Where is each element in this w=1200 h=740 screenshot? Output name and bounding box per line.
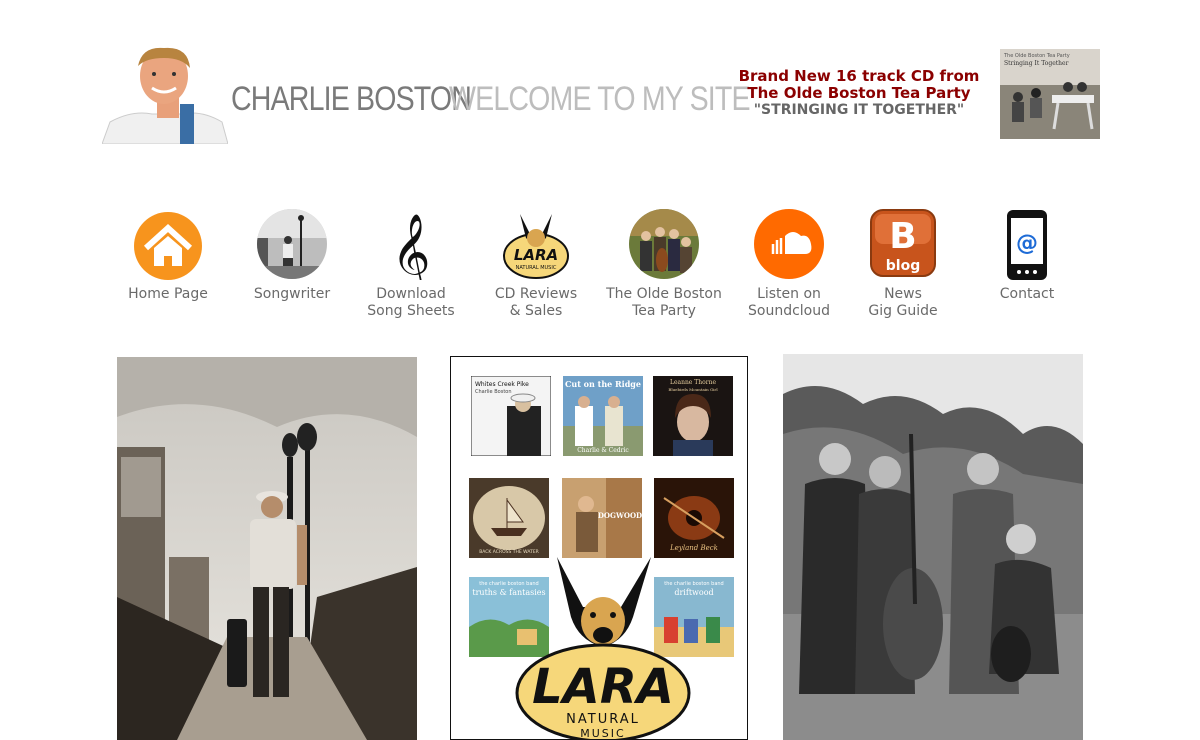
cd3-sub: Bluebirds Mountain Girl xyxy=(668,387,718,392)
cd-leyland-beck[interactable]: Leyland Beck xyxy=(654,478,734,558)
cd5-title: DOGWOOD xyxy=(598,511,642,520)
cd6-title: Leyland Beck xyxy=(669,544,718,552)
cd-collage[interactable]: Whites Creek Pike Charlie Boston Cut on … xyxy=(450,356,748,740)
nav-label-tea-party: The Olde Boston Tea Party xyxy=(606,286,722,319)
band-group-photo[interactable] xyxy=(783,354,1083,740)
nav-olde-boston-tea-party[interactable]: The Olde Boston Tea Party xyxy=(599,208,729,320)
house-icon xyxy=(134,212,202,280)
new-cd-promo[interactable]: Brand New 16 track CD from The Olde Bost… xyxy=(724,68,994,119)
cd-leanne-thorne[interactable]: Leanne Thorne Bluebirds Mountain Girl xyxy=(653,376,733,456)
soundcloud-icon xyxy=(754,209,824,279)
lara-icon-text: LARA xyxy=(514,246,558,264)
cd-whites-creek-pike[interactable]: Whites Creek Pike Charlie Boston xyxy=(471,376,551,456)
svg-text:B: B xyxy=(889,216,916,257)
nav-home-page[interactable]: Home Page xyxy=(103,208,233,303)
cd-cut-on-the-ridge[interactable]: Cut on the Ridge Charlie & Cedric xyxy=(563,376,643,456)
lara-icon-sub: NATURAL MUSIC xyxy=(516,265,557,271)
svg-text:𝄞: 𝄞 xyxy=(391,213,430,280)
lara-logo-icon: LARA NATURAL MUSIC xyxy=(503,214,569,279)
band-photo-icon xyxy=(629,209,699,279)
nav-label-download: Download Song Sheets xyxy=(367,286,455,319)
lara-logo-music: MUSIC xyxy=(580,727,625,740)
phone-at-icon: @ xyxy=(1007,210,1047,280)
songwriter-photo-icon xyxy=(257,209,327,279)
welcome-title: WELCOME TO MY SITE xyxy=(449,80,751,118)
nav-contact[interactable]: @ Contact xyxy=(962,208,1092,303)
site-owner-name: CHARLIE BOSTON xyxy=(231,80,472,118)
cd2-title: Cut on the Ridge xyxy=(565,379,641,389)
blogger-icon: B blog xyxy=(870,209,936,277)
lara-logo-text: LARA xyxy=(532,659,674,715)
cd1-title: Whites Creek Pike xyxy=(475,381,529,388)
nav-label-cd-reviews: CD Reviews & Sales xyxy=(494,286,578,319)
cd1-artist: Charlie Boston xyxy=(475,389,512,395)
cd3-title: Leanne Thorne xyxy=(670,379,717,386)
lara-logo-natural: NATURAL xyxy=(566,712,640,727)
nav-label-songwriter: Songwriter xyxy=(253,286,331,302)
nav-label-soundcloud: Listen on Soundcloud xyxy=(748,286,830,319)
nav-label-news: News Gig Guide xyxy=(868,286,938,319)
songwriter-walking-photo[interactable] xyxy=(117,357,417,740)
stringing-it-together-cd-thumbnail[interactable]: The Olde Boston Tea Party Stringing It T… xyxy=(1000,49,1100,139)
nav-download-song-sheets[interactable]: 𝄞 Download Song Sheets xyxy=(346,208,476,320)
album-thumb-band: The Olde Boston Tea Party xyxy=(1003,53,1070,59)
promo-line-2: The Olde Boston Tea Party xyxy=(747,84,971,102)
cd-dogwood[interactable]: DOGWOOD xyxy=(562,478,642,558)
nav-cd-reviews-sales[interactable]: LARA NATURAL MUSIC CD Reviews & Sales xyxy=(471,208,601,320)
blog-icon-text: blog xyxy=(886,258,920,274)
nav-label-home: Home Page xyxy=(128,286,208,302)
lara-natural-music-logo[interactable]: LARA NATURAL MUSIC xyxy=(513,557,693,740)
promo-line-3: "STRINGING IT TOGETHER" xyxy=(753,102,965,118)
cd4-sub: BACK ACROSS THE WATER xyxy=(479,549,539,555)
nav-label-contact: Contact xyxy=(999,286,1055,302)
svg-text:@: @ xyxy=(1016,231,1038,256)
nav-listen-soundcloud[interactable]: Listen on Soundcloud xyxy=(724,208,854,320)
cd2-artist: Charlie & Cedric xyxy=(577,447,629,454)
cd-back-across-the-water[interactable]: BACK ACROSS THE WATER xyxy=(469,478,549,558)
album-thumb-title: Stringing It Together xyxy=(1004,60,1069,67)
treble-clef-icon: 𝄞 xyxy=(391,213,430,280)
promo-line-1: Brand New 16 track CD from xyxy=(738,67,980,85)
charlie-portrait xyxy=(102,44,228,144)
nav-news-gig-guide[interactable]: B blog News Gig Guide xyxy=(838,208,968,320)
nav-songwriter[interactable]: Songwriter xyxy=(227,208,357,303)
